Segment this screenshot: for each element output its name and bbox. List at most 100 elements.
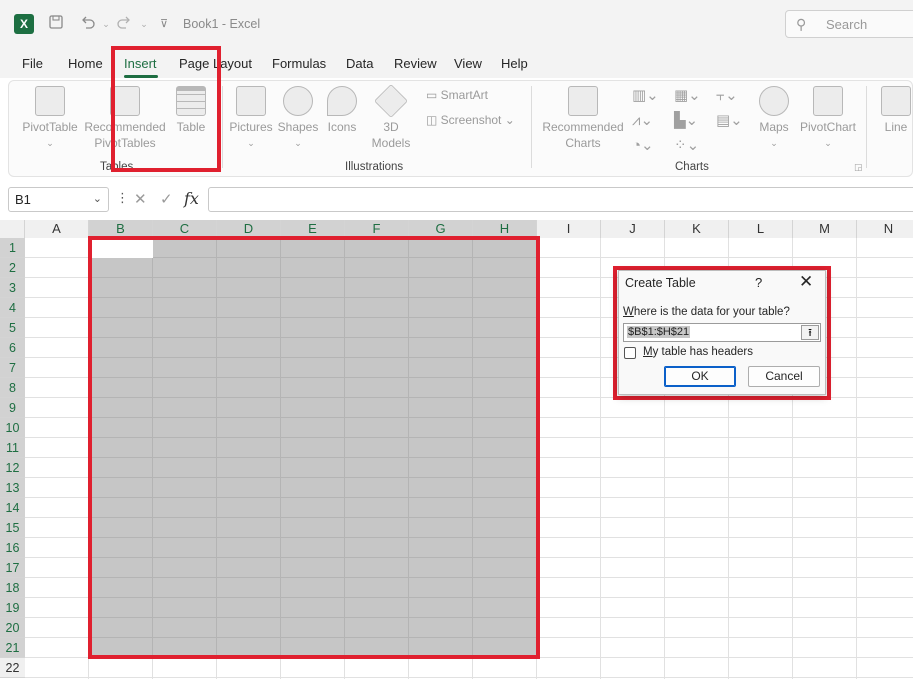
maps-label: Maps — [759, 120, 789, 134]
column-header-m[interactable]: M — [793, 220, 857, 238]
name-box[interactable]: B1 ⌄ — [8, 187, 109, 212]
cancel-icon[interactable]: ✕ — [134, 190, 147, 208]
close-icon[interactable]: ✕ — [799, 272, 813, 292]
row-header-12[interactable]: 12 — [0, 458, 25, 478]
pivottable-label: PivotTable — [22, 120, 78, 134]
waterfall-chart-icon[interactable]: ⫟⌄ — [716, 86, 738, 104]
search-input[interactable]: ⚲ Search — [785, 10, 913, 38]
scatter-chart-icon[interactable]: ⁘⌄ — [674, 136, 699, 154]
customize-toolbar-icon[interactable]: ⊽ — [154, 14, 174, 34]
select-all-corner[interactable] — [0, 220, 25, 238]
row-header-5[interactable]: 5 — [0, 318, 25, 338]
pivotchart-button[interactable]: PivotChart ⌄ — [798, 86, 858, 151]
pie-chart-icon[interactable]: ◔⌄ — [632, 136, 654, 154]
collapse-dialog-icon[interactable]: ⭱ — [801, 325, 819, 340]
insert-function-icon[interactable]: fx — [184, 189, 199, 208]
tab-home[interactable]: Home — [68, 56, 103, 71]
3d-models-label-2: Models — [371, 136, 411, 150]
combo-chart-icon[interactable]: ▤⌄ — [716, 111, 743, 129]
maps-button[interactable]: Maps ⌄ — [754, 86, 794, 151]
icons-button[interactable]: Icons — [322, 86, 362, 135]
row-header-13[interactable]: 13 — [0, 478, 25, 498]
row-header-9[interactable]: 9 — [0, 398, 25, 418]
chevron-down-icon: ⌄ — [294, 138, 302, 148]
pivotchart-icon — [813, 86, 843, 116]
tab-view[interactable]: View — [454, 56, 482, 71]
column-header-l[interactable]: L — [729, 220, 793, 238]
row-header-8[interactable]: 8 — [0, 378, 25, 398]
shapes-button[interactable]: Shapes ⌄ — [276, 86, 320, 151]
statistic-chart-icon[interactable]: ▙⌄ — [674, 111, 698, 129]
column-header-k[interactable]: K — [665, 220, 729, 238]
tab-data[interactable]: Data — [346, 56, 373, 71]
redo-dropdown-icon[interactable]: ⌄ — [134, 14, 154, 34]
cancel-button[interactable]: Cancel — [748, 366, 820, 387]
dialog-launcher-icon[interactable]: ◲ — [854, 162, 863, 173]
column-header-i[interactable]: I — [537, 220, 601, 238]
screenshot-button[interactable]: ◫ Screenshot ⌄ — [426, 113, 515, 127]
row-header-18[interactable]: 18 — [0, 578, 25, 598]
smartart-button[interactable]: ▭ SmartArt — [426, 88, 488, 102]
row-header-16[interactable]: 16 — [0, 538, 25, 558]
row-header-22[interactable]: 22 — [0, 658, 25, 678]
redo-icon[interactable] — [114, 14, 134, 34]
row-header-14[interactable]: 14 — [0, 498, 25, 518]
row-header-7[interactable]: 7 — [0, 358, 25, 378]
recommended-charts-button[interactable]: Recommended Charts — [538, 86, 628, 151]
chevron-down-icon[interactable]: ⌄ — [93, 192, 102, 205]
tab-file[interactable]: File — [22, 56, 43, 71]
row-header-19[interactable]: 19 — [0, 598, 25, 618]
column-header-n[interactable]: N — [857, 220, 913, 238]
formula-input[interactable] — [208, 187, 913, 212]
row-header-10[interactable]: 10 — [0, 418, 25, 438]
row-header-4[interactable]: 4 — [0, 298, 25, 318]
row-header-21[interactable]: 21 — [0, 638, 25, 658]
headers-checkbox[interactable] — [624, 347, 636, 359]
row-header-6[interactable]: 6 — [0, 338, 25, 358]
help-icon[interactable]: ? — [755, 275, 762, 290]
screenshot-icon: ◫ — [426, 113, 441, 127]
range-input[interactable]: $B$1:$H$21 ⭱ — [623, 323, 821, 342]
undo-dropdown-icon[interactable]: ⌄ — [96, 14, 116, 34]
undo-icon[interactable] — [78, 14, 98, 34]
hierarchy-chart-icon[interactable]: ▦⌄ — [674, 86, 701, 104]
save-icon[interactable] — [46, 14, 66, 34]
chevron-down-icon: ⌄ — [46, 138, 54, 148]
tab-formulas[interactable]: Formulas — [272, 56, 326, 71]
pivotchart-label: PivotChart — [799, 120, 857, 134]
ribbon-separator — [866, 86, 867, 168]
enter-icon[interactable]: ✓ — [160, 190, 173, 208]
sparkline-line-button[interactable]: Line — [876, 86, 913, 135]
grid-line — [600, 238, 601, 679]
row-header-2[interactable]: 2 — [0, 258, 25, 278]
tab-help[interactable]: Help — [501, 56, 528, 71]
pivottable-button[interactable]: PivotTable ⌄ — [20, 86, 80, 151]
grid-line — [856, 238, 857, 679]
chevron-down-icon: ⌄ — [501, 113, 515, 127]
line-chart-icon[interactable]: ⩘⌄ — [632, 111, 653, 129]
3d-models-button[interactable]: 3D Models — [366, 84, 416, 151]
row-header-15[interactable]: 15 — [0, 518, 25, 538]
headers-checkbox-label-text: y table has headers — [652, 346, 753, 358]
name-box-value: B1 — [15, 192, 31, 207]
range-input-value: $B$1:$H$21 — [627, 326, 691, 338]
column-header-j[interactable]: J — [601, 220, 665, 238]
column-chart-icon[interactable]: ▥⌄ — [632, 86, 659, 104]
pictures-button[interactable]: Pictures ⌄ — [228, 86, 274, 151]
ok-button[interactable]: OK — [664, 366, 736, 387]
headers-checkbox-label[interactable]: My table has headers — [643, 346, 753, 358]
highlight-selected-range — [88, 236, 540, 659]
row-header-3[interactable]: 3 — [0, 278, 25, 298]
pivottable-icon — [35, 86, 65, 116]
row-header-20[interactable]: 20 — [0, 618, 25, 638]
pictures-icon — [236, 86, 266, 116]
row-header-17[interactable]: 17 — [0, 558, 25, 578]
tab-review[interactable]: Review — [394, 56, 437, 71]
create-table-dialog: Create Table ? ✕ Where is the data for y… — [618, 270, 826, 395]
line-label: Line — [884, 120, 908, 134]
pictures-label: Pictures — [229, 120, 273, 134]
row-header-1[interactable]: 1 — [0, 238, 25, 258]
row-header-11[interactable]: 11 — [0, 438, 25, 458]
column-header-a[interactable]: A — [25, 220, 89, 238]
dialog-prompt-text: here is the data for your table? — [633, 306, 790, 318]
